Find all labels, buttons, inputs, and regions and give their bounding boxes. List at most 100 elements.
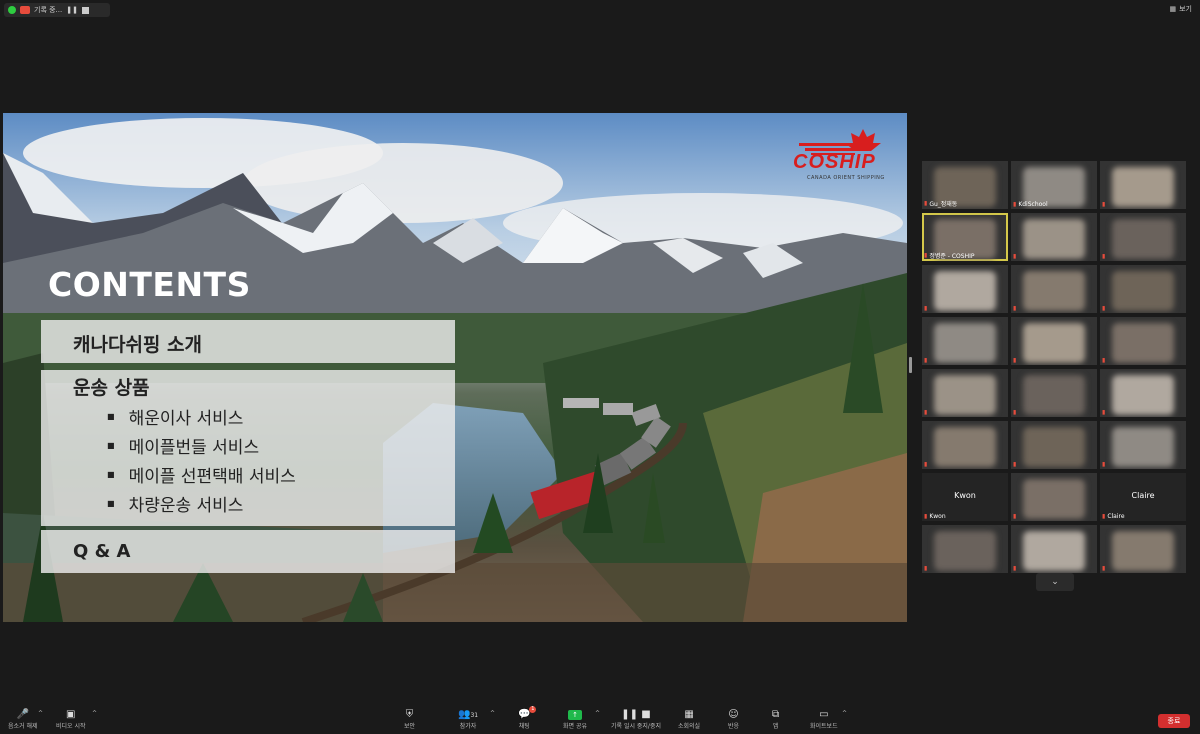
mic-muted-icon: ▮ [924,305,928,312]
participant-tile[interactable]: ▮ [1011,265,1097,313]
participant-label: ▮ Gu_정재동 [924,199,957,208]
participant-label: ▮ [924,409,929,416]
breakout-rooms-button[interactable]: ▦ 소회의실 [678,708,700,730]
participant-name: KdiSchool [1018,201,1048,208]
participant-tile[interactable]: ▮ [1011,473,1097,521]
chat-button[interactable]: 💬 1 채팅 [518,706,537,730]
security-shield-icon [8,6,16,14]
participant-video [1023,479,1085,519]
participant-label: ▮ 정병준 - COSHIP [924,251,974,260]
mic-muted-icon: ▮ [1013,513,1017,520]
stop-icon[interactable] [81,6,89,14]
chat-bubble-icon: 💬 1 [518,706,537,720]
participant-name: Claire [1107,513,1125,520]
product-item: 차량운송 서비스 [107,489,423,518]
participant-label: ▮ [1013,409,1018,416]
participant-tile[interactable]: ▮ [922,421,1008,469]
section-products-heading: 운송 상품 [73,377,150,399]
participant-label: ▮ KdiSchool [1013,201,1048,208]
apps-icon: ⧉ [772,709,780,720]
panel-resize-handle[interactable] [909,357,912,373]
participant-tile[interactable]: Kwon ▮ Kwon [922,473,1008,521]
mic-muted-icon: ▮ [1102,565,1106,572]
view-button[interactable]: ▦ 보기 [1169,4,1192,14]
participant-tile[interactable]: ▮ [922,265,1008,313]
whiteboard-button[interactable]: ▭ 화이트보드 [810,708,838,730]
participant-label: ▮ [924,357,929,364]
participant-video [1112,531,1174,571]
unmute-button[interactable]: 🎤 음소거 해제 [8,708,38,730]
shared-screen: COSHIP CANADA ORIENT SHIPPING CONTENTS 캐… [3,113,907,622]
recording-indicator[interactable]: 기록 중... ❚❚ [4,3,110,17]
gallery-next-page-button[interactable]: ⌄ [1036,573,1074,591]
grid-icon: ▦ [684,709,694,720]
participant-tile[interactable]: ▮ [1100,369,1186,417]
share-screen-button[interactable]: ↑ 화면 공유 [563,708,587,730]
start-video-button[interactable]: ▣ 비디오 시작 [56,708,86,730]
participant-label: ▮ [1102,305,1107,312]
audio-options-caret[interactable]: ^ [38,710,43,717]
mic-muted-icon: ▮ [1102,253,1106,260]
mic-muted-icon: ▮ [924,513,928,520]
end-meeting-button[interactable]: 종료 [1158,714,1190,728]
participants-button[interactable]: 👥31 참가자 [458,708,478,730]
participant-tile[interactable]: ▮ [1011,317,1097,365]
mic-muted-icon: ▮ [1013,357,1017,364]
participant-label: ▮ Kwon [924,513,946,520]
participant-video [1112,375,1174,415]
mic-muted-icon: ▮ [924,461,928,468]
participant-label: ▮ [1013,513,1018,520]
people-icon: 👥31 [458,709,479,720]
grid-icon: ▦ [1169,5,1177,13]
mic-muted-icon: ▮ [1013,565,1017,572]
mic-muted-icon: ▮ [1013,305,1017,312]
mic-muted-icon: ▮ [924,409,928,416]
participant-tile[interactable]: Claire ▮ Claire [1100,473,1186,521]
participants-caret[interactable]: ^ [490,710,495,717]
reactions-button[interactable]: ☺ 반응 [728,708,739,730]
participant-label: ▮ [924,565,929,572]
participant-label: ▮ [1013,253,1018,260]
mic-muted-icon: ▮ [1013,409,1017,416]
participant-tile[interactable]: ▮ [1100,213,1186,261]
security-button[interactable]: ⛨ 보안 [404,708,415,730]
participant-tile[interactable]: ▮ [1100,161,1186,209]
record-icon [20,6,30,14]
mic-muted-icon: ▮ [1102,513,1106,520]
participant-tile[interactable]: ▮ [1100,421,1186,469]
mic-muted-icon: ▮ [1102,357,1106,364]
section-intro: 캐나다쉬핑 소개 [41,320,455,363]
whiteboard-caret[interactable]: ^ [842,710,847,717]
pause-icon[interactable]: ❚❚ [66,6,78,14]
participant-tile[interactable]: ▮ [1011,213,1097,261]
video-options-caret[interactable]: ^ [92,710,97,717]
participant-tile[interactable]: ▮ [1100,525,1186,573]
participant-tile[interactable]: ▮ [1011,525,1097,573]
mic-muted-icon: 🎤 [16,709,29,720]
participant-name: 정병준 - COSHIP [929,253,975,260]
product-list: 해운이사 서비스 메이플번들 서비스 메이플 선편택배 서비스 차량운송 서비스 [73,402,423,518]
share-options-caret[interactable]: ^ [595,710,600,717]
apps-button[interactable]: ⧉ 앱 [772,708,779,730]
participant-tile[interactable]: ▮ [1011,369,1097,417]
participant-tile[interactable]: ▮ [1100,317,1186,365]
participant-video [934,375,996,415]
participant-label: ▮ [1013,305,1018,312]
participant-name-center: Kwon [954,491,976,500]
participant-tile[interactable]: ▮ KdiSchool [1011,161,1097,209]
participant-tile[interactable]: ▮ [1011,421,1097,469]
participant-video [1112,427,1174,467]
mic-muted-icon: ▮ [924,357,928,364]
participant-tile[interactable]: ▮ [1100,265,1186,313]
participant-tile[interactable]: ▮ [922,369,1008,417]
mic-muted-icon: ▮ [1013,201,1017,208]
participant-video [1112,167,1174,207]
participant-tile[interactable]: ▮ [922,525,1008,573]
participant-tile[interactable]: ▮ [922,317,1008,365]
participant-name-center: Claire [1131,491,1155,500]
record-pause-stop-button[interactable]: ❚❚ ■ 기록 일시 중지/중지 [611,708,661,730]
recording-label: 기록 중... [34,6,63,14]
mic-muted-icon: ▮ [924,200,928,207]
participant-tile[interactable]: ▮ Gu_정재동 [922,161,1008,209]
participant-tile[interactable]: ▮ 정병준 - COSHIP [922,213,1008,261]
